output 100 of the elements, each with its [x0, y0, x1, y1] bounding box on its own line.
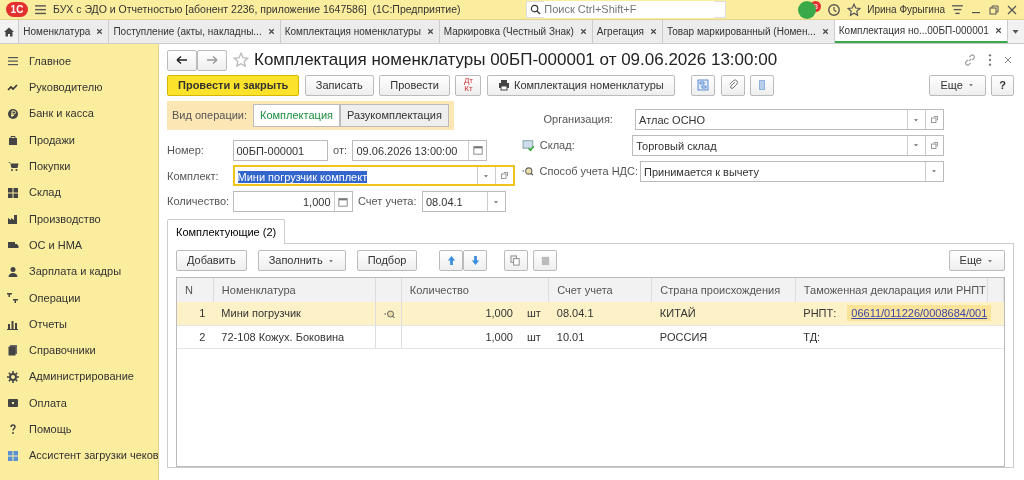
table-row[interactable]: 1 Мини погрузчик 1,000 шт 08.04.1 КИТАЙ РНПТ: 06611/011226/0008684/001 — [177, 302, 1004, 325]
structure-icon — [697, 79, 710, 92]
close-icon[interactable] — [993, 26, 1003, 35]
table-button[interactable]: Заполнить — [257, 250, 346, 271]
history-icon[interactable] — [827, 2, 842, 17]
input-field[interactable]: 08.04.1 — [422, 191, 506, 212]
input-field[interactable]: Принимается к вычету — [640, 160, 944, 182]
field-label: Количество: — [167, 194, 227, 210]
table-cell: 72-108 Кожух. Боковина — [221, 330, 345, 343]
field-label: Номер: — [167, 142, 205, 158]
sidebar-item[interactable]: Главное — [0, 48, 158, 75]
sidebar-item[interactable]: Покупки — [0, 153, 158, 180]
input-field[interactable]: Торговый склад — [632, 134, 944, 156]
arrow-right-icon — [206, 54, 218, 66]
table-button[interactable]: Добавить — [176, 250, 247, 271]
list-check-icon[interactable] — [521, 138, 535, 153]
inspect-icon[interactable] — [521, 164, 534, 178]
help-button[interactable]: ? — [991, 74, 1014, 96]
sidebar-item[interactable]: Оплата — [0, 389, 158, 417]
arrow-left-icon — [176, 54, 188, 66]
window-title: БУХ с ЭДО и Отчетностью [абонент 2236, приложение 1647586] (1С:Предприятие) — [53, 1, 461, 17]
column-header: Количество — [409, 283, 469, 296]
clipboard-icon — [539, 255, 551, 266]
move-up-button[interactable] — [439, 250, 464, 271]
table-cell: РОССИЯ — [659, 330, 708, 343]
sidebar-item[interactable]: Помощь — [0, 416, 158, 443]
sidebar-item[interactable]: Справочники — [0, 337, 158, 364]
toolbar-button[interactable]: Комплектация номенклатуры — [487, 74, 675, 96]
input-field[interactable]: Мини погрузчик комплект — [232, 165, 515, 187]
toolbar-button[interactable]: Записать — [304, 74, 374, 96]
operation-toggle[interactable]: Комплектация — [253, 104, 340, 127]
input-field[interactable]: Атлас ОСНО — [635, 109, 944, 130]
cart-icon — [7, 160, 19, 173]
logo: 1С — [6, 2, 28, 17]
input-field[interactable]: 09.06.2026 13:00:00 — [352, 139, 488, 161]
close-icon[interactable] — [425, 27, 435, 36]
toolbar-button[interactable]: Провести — [379, 74, 450, 96]
sidebar-item[interactable]: Ассистент загрузки чеков — [0, 442, 158, 469]
sidebar-item[interactable]: Продажи — [0, 126, 158, 154]
sidebar-item[interactable]: Зарплата и кадры — [0, 258, 158, 285]
back-button[interactable] — [167, 49, 197, 71]
star-icon[interactable] — [847, 2, 862, 17]
copy-button[interactable] — [503, 250, 528, 271]
window-tab[interactable]: Маркировка (Честный Знак) — [439, 20, 593, 43]
sidebar-item[interactable]: Руководителю — [0, 74, 158, 101]
open-icon — [929, 140, 939, 150]
more-button[interactable]: Еще — [929, 74, 986, 96]
inspect-icon — [383, 308, 396, 321]
more-button[interactable]: Еще — [948, 250, 1005, 271]
question-icon — [7, 423, 19, 436]
paperclip-button[interactable] — [720, 74, 745, 96]
field-label: Способ учета НДС: — [539, 163, 635, 179]
sidebar-item[interactable]: Склад — [0, 179, 158, 206]
notifications-button[interactable] — [798, 0, 817, 19]
toolbar-button[interactable]: Провести и закрыть — [167, 74, 300, 96]
sidebar-item[interactable]: Банк и касса — [0, 100, 158, 127]
sidebar-item[interactable]: Производство — [0, 205, 158, 233]
bag-icon — [7, 134, 19, 147]
window-tab[interactable]: Поступление (акты, накладны... — [109, 20, 281, 43]
window-tab[interactable]: Номенклатура — [19, 20, 110, 43]
field-label: Организация: — [543, 112, 614, 128]
input-field[interactable]: 1,000 — [232, 191, 353, 212]
close-icon[interactable] — [578, 27, 588, 36]
grid-icon — [7, 186, 19, 199]
sidebar-item[interactable]: Отчеты — [0, 310, 158, 338]
bar-chart-icon — [7, 318, 19, 331]
close-icon[interactable] — [1006, 3, 1018, 16]
move-down-button[interactable] — [463, 250, 488, 271]
sidebar-item[interactable]: ОС и НМА — [0, 232, 158, 259]
section-tab[interactable]: Комплектующие (2) — [167, 218, 286, 244]
search-field[interactable]: Поиск Ctrl+Shift+F — [526, 1, 727, 18]
star-icon[interactable] — [232, 52, 249, 68]
window-tab[interactable]: Комплектация номенклатуры — [280, 20, 440, 43]
sidebar-item[interactable]: Операции — [0, 284, 158, 311]
declaration-link[interactable]: 06611/011226/0008684/001 — [847, 305, 992, 321]
menu-icon[interactable] — [34, 3, 47, 16]
debit-credit-button[interactable]: Дт Кт — [455, 74, 482, 96]
close-icon[interactable] — [648, 27, 658, 36]
settings-icon[interactable] — [951, 3, 964, 16]
table-cell: ТД: — [803, 330, 821, 343]
window-tab[interactable]: Агрегация — [592, 20, 663, 43]
input-field[interactable]: 00БП-000001 — [232, 139, 328, 161]
calendar-icon — [338, 196, 348, 207]
close-icon[interactable] — [820, 27, 830, 36]
restore-icon[interactable] — [988, 3, 1000, 16]
link-icon[interactable] — [963, 53, 977, 67]
operation-toggle[interactable]: Разукомплектация — [340, 104, 449, 127]
open-icon — [929, 115, 939, 124]
close-icon[interactable] — [266, 27, 276, 36]
table-button[interactable]: Подбор — [356, 250, 418, 271]
sidebar-item[interactable]: Администрирование — [0, 363, 158, 390]
table-row[interactable]: 2 72-108 Кожух. Боковина 1,000 шт 10.01 РОССИЯ ТД: — [177, 325, 1004, 349]
field-label: Вид операции: — [172, 108, 248, 124]
caret-icon — [1011, 27, 1021, 36]
close-icon[interactable] — [95, 27, 105, 36]
column-header: Номенклатура — [221, 283, 296, 296]
menu-icon — [7, 55, 19, 68]
window-tab[interactable]: Комплектация но...00БП-000001 — [834, 20, 1008, 43]
window-tab[interactable]: Товар маркированный (Номен... — [662, 20, 835, 43]
gear-icon — [7, 370, 19, 383]
